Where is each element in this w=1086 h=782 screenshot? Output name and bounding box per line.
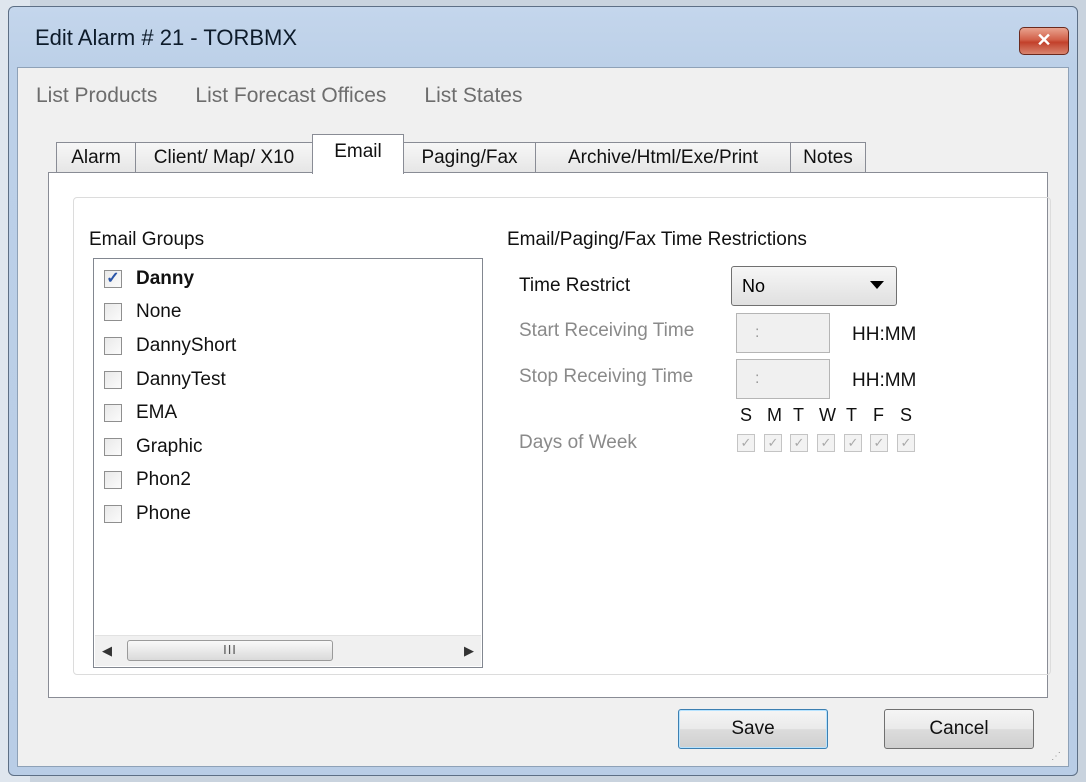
tab-alarm[interactable]: Alarm — [56, 142, 136, 172]
close-button[interactable]: ✕ — [1019, 27, 1069, 55]
time-restrict-select[interactable]: No — [731, 266, 897, 306]
checkbox[interactable] — [104, 404, 122, 422]
list-item-label: DannyTest — [136, 369, 226, 390]
day-label-sat: S — [900, 405, 913, 425]
stop-time-input[interactable]: : — [736, 359, 830, 399]
tab-paging-fax[interactable]: Paging/Fax — [403, 142, 536, 172]
list-item-label: Graphic — [136, 436, 203, 457]
resize-grip-icon[interactable]: ⋰ — [1051, 752, 1062, 762]
day-label-fri: F — [873, 405, 884, 425]
close-icon: ✕ — [1036, 30, 1052, 50]
day-label-thu: T — [846, 405, 857, 425]
list-item-label: DannyShort — [136, 335, 237, 356]
email-groups-list[interactable]: ✓ Danny None DannyShort DannyTest EMA Gr… — [93, 258, 483, 668]
menu-list-products[interactable]: List Products — [36, 78, 175, 114]
checkbox[interactable] — [104, 371, 122, 389]
window-title: Edit Alarm # 21 - TORBMX — [35, 25, 298, 50]
list-item-label: Danny — [136, 268, 195, 289]
menu-bar: List Products List Forecast Offices List… — [36, 78, 560, 114]
list-item-label: Phon2 — [136, 469, 191, 490]
day-label-wed: W — [819, 405, 836, 425]
start-time-format-hint: HH:MM — [852, 324, 917, 345]
list-item[interactable]: Phone — [104, 499, 191, 529]
chevron-down-icon — [870, 281, 884, 289]
day-label-sun: S — [740, 405, 753, 425]
checkmark-icon: ✓ — [106, 270, 120, 287]
cancel-button[interactable]: Cancel — [884, 709, 1034, 749]
checkbox[interactable] — [104, 303, 122, 321]
list-item-label: None — [136, 301, 182, 322]
day-checkbox-thu[interactable]: ✓ — [844, 434, 862, 452]
list-item[interactable]: Graphic — [104, 432, 203, 462]
tab-notes[interactable]: Notes — [790, 142, 866, 172]
list-item-label: Phone — [136, 503, 191, 524]
start-time-label: Start Receiving Time — [519, 320, 695, 341]
days-of-week-label: Days of Week — [519, 432, 637, 453]
list-item[interactable]: EMA — [104, 398, 177, 428]
email-groups-heading: Email Groups — [89, 229, 205, 250]
dialog-client-area: List Products List Forecast Offices List… — [17, 67, 1069, 767]
list-item[interactable]: ✓ Danny — [104, 264, 194, 294]
menu-list-states[interactable]: List States — [424, 78, 540, 114]
menu-list-forecast-offices[interactable]: List Forecast Offices — [195, 78, 404, 114]
list-item-label: EMA — [136, 402, 178, 423]
checkbox[interactable] — [104, 471, 122, 489]
checkbox[interactable] — [104, 505, 122, 523]
scroll-left-arrow-icon[interactable]: ◀ — [95, 636, 119, 666]
scroll-thumb[interactable]: III — [127, 640, 333, 661]
save-button[interactable]: Save — [678, 709, 828, 749]
checkbox[interactable]: ✓ — [104, 270, 122, 288]
tab-email[interactable]: Email — [312, 134, 404, 174]
time-restrict-label: Time Restrict — [519, 275, 631, 296]
stop-time-format-hint: HH:MM — [852, 370, 917, 391]
list-item[interactable]: DannyTest — [104, 365, 226, 395]
day-checkbox-wed[interactable]: ✓ — [817, 434, 835, 452]
scroll-right-arrow-icon[interactable]: ▶ — [457, 636, 481, 666]
time-restrict-value: No — [742, 276, 766, 296]
day-checkbox-sun[interactable]: ✓ — [737, 434, 755, 452]
list-item[interactable]: Phon2 — [104, 465, 191, 495]
list-item[interactable]: DannyShort — [104, 331, 236, 361]
dialog-window: Edit Alarm # 21 - TORBMX ✕ List Products… — [8, 6, 1078, 776]
tab-archive-html-exe-print[interactable]: Archive/Html/Exe/Print — [535, 142, 791, 172]
day-label-mon: M — [767, 405, 782, 425]
day-checkbox-fri[interactable]: ✓ — [870, 434, 888, 452]
day-checkbox-sat[interactable]: ✓ — [897, 434, 915, 452]
list-item[interactable]: None — [104, 297, 181, 327]
horizontal-scrollbar[interactable]: ◀ III ▶ — [95, 635, 481, 666]
day-label-tue: T — [793, 405, 804, 425]
restrictions-heading: Email/Paging/Fax Time Restrictions — [507, 229, 807, 250]
checkbox[interactable] — [104, 337, 122, 355]
day-checkbox-mon[interactable]: ✓ — [764, 434, 782, 452]
start-time-input[interactable]: : — [736, 313, 830, 353]
stop-time-label: Stop Receiving Time — [519, 366, 694, 387]
tab-client-map-x10[interactable]: Client/ Map/ X10 — [135, 142, 313, 172]
checkbox[interactable] — [104, 438, 122, 456]
day-checkbox-tue[interactable]: ✓ — [790, 434, 808, 452]
